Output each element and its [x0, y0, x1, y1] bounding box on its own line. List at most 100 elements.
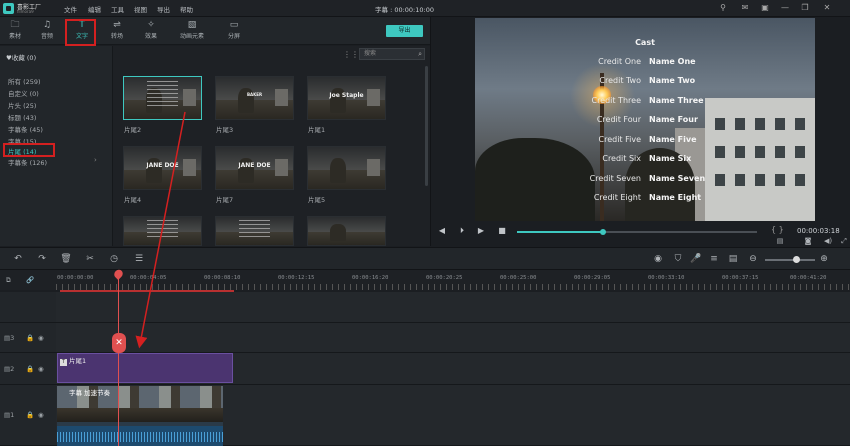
render-icon[interactable]: ◉ — [652, 253, 664, 265]
credit-name: Name Six — [649, 154, 692, 163]
video-clip[interactable]: 字幕 加速节奏 — [57, 386, 223, 446]
text-clip[interactable]: T 片尾1 — [57, 353, 233, 383]
chevron-right-icon[interactable]: › — [94, 156, 97, 164]
playback-scrubber[interactable] — [600, 229, 607, 235]
menu-file[interactable]: 文件 — [64, 4, 77, 14]
ruler-label: 00:00:04:05 — [130, 275, 167, 281]
title-bar: 喜影工厂 filmora9 文件 编辑 工具 视图 导出 帮助 字幕 : 00:… — [0, 0, 850, 17]
tab-audio[interactable]: ♫ 音频 — [32, 19, 62, 43]
thumbnail-partial[interactable] — [123, 216, 202, 246]
grid-view-icon[interactable]: ⋮⋮ — [343, 50, 359, 59]
split-marker-icon[interactable]: ✕ — [112, 333, 126, 353]
thumbnail-partial[interactable] — [215, 216, 294, 246]
play-icon[interactable]: ▶ — [476, 226, 486, 236]
category-custom[interactable]: 自定义 (0) — [8, 88, 39, 98]
annotation-box-end-credits — [3, 143, 55, 157]
ruler-label: 00:00:00:00 — [57, 275, 94, 281]
credit-name: Name Seven — [649, 174, 706, 183]
menu-help[interactable]: 帮助 — [180, 4, 193, 14]
audio-mixer-icon[interactable]: ≡ — [708, 253, 720, 265]
thumbnail-end-credits-3[interactable]: BAKER — [215, 76, 294, 120]
snapshot-icon[interactable]: ◙ — [803, 237, 813, 246]
credit-role: Credit Five — [598, 135, 642, 144]
gift-icon[interactable]: ✉ — [740, 3, 750, 13]
track-header-1: ▤1 🔒 ◉ — [0, 385, 56, 446]
playback-progress[interactable] — [517, 229, 757, 235]
lock-icon[interactable]: 🔒 — [26, 365, 34, 373]
track-lane-3[interactable] — [56, 323, 850, 353]
track-header-empty — [0, 292, 56, 323]
track-lane-empty[interactable] — [56, 292, 850, 323]
category-lower-thirds[interactable]: 字幕条 (45) — [8, 124, 43, 134]
ruler-label: 00:00:16:20 — [352, 275, 389, 281]
volume-icon[interactable]: ◀) — [823, 237, 833, 246]
timecode: 00:00:03:18 — [797, 227, 840, 235]
menu-edit[interactable]: 编辑 — [88, 4, 101, 14]
fullscreen-icon[interactable]: ⤢ — [839, 237, 849, 246]
thumbnail-end-credits-4[interactable]: JANE DOE — [123, 146, 202, 190]
link-icon[interactable]: 🔗 — [26, 276, 34, 284]
minimize-icon[interactable]: — — [780, 3, 790, 13]
menu-view[interactable]: 视图 — [134, 4, 147, 14]
eye-icon[interactable]: ◉ — [38, 334, 44, 342]
tab-split-screen[interactable]: ▭ 分屏 — [219, 19, 249, 43]
lock-icon[interactable]: 🔒 — [26, 411, 34, 419]
zoom-in-icon[interactable]: ⊕ — [818, 253, 830, 265]
marker-icon[interactable]: ⛉ — [672, 253, 684, 265]
grid-scrollbar[interactable] — [425, 66, 428, 186]
close-icon[interactable]: ✕ — [822, 3, 832, 13]
thumbnail-end-credits-7[interactable]: JANE DOE — [215, 146, 294, 190]
thumbnail-caption: JANE DOE — [238, 162, 271, 169]
playhead-line[interactable] — [118, 272, 119, 446]
voiceover-icon[interactable]: 🎤 — [690, 253, 702, 265]
maximize-icon[interactable]: ❐ — [800, 3, 810, 13]
adjust-icon[interactable]: ☰ — [133, 253, 145, 265]
export-button[interactable]: 导出 — [386, 25, 423, 37]
add-track-icon[interactable]: ⧉ — [6, 276, 11, 285]
speed-icon[interactable]: ◷ — [108, 253, 120, 265]
thumbnail-partial[interactable] — [307, 216, 386, 246]
account-icon[interactable]: ⚲ — [718, 3, 728, 13]
ruler-label: 00:00:20:25 — [426, 275, 463, 281]
thumbnail-end-credits-1[interactable]: Joe Staple — [307, 76, 386, 120]
tab-split-screen-label: 分屏 — [227, 33, 240, 40]
eye-icon[interactable]: ◉ — [38, 411, 44, 419]
text-clip-icon: T — [60, 359, 67, 366]
tab-media[interactable]: 🗀 素材 — [0, 19, 30, 43]
undo-icon[interactable]: ↶ — [12, 253, 24, 265]
stop-icon[interactable]: ■ — [497, 226, 507, 236]
timeline-ruler[interactable]: ⧉ 🔗 00:00:00:00 00:00:04:05 00:00:08:10 … — [0, 270, 850, 290]
app-logo: 喜影工厂 filmora9 — [3, 1, 49, 16]
cut-icon[interactable]: ✂ — [84, 253, 96, 265]
tab-elements[interactable]: ▧ 动画元素 — [173, 19, 211, 43]
transition-icon: ⇌ — [113, 20, 121, 30]
thumbnail-end-credits-5[interactable] — [307, 146, 386, 190]
in-out-markers-icon[interactable]: { } — [771, 225, 784, 234]
search-icon[interactable]: ⌕ — [418, 49, 422, 59]
category-all[interactable]: 所有 (259) — [8, 76, 41, 86]
tab-effects[interactable]: ✧ 效果 — [136, 19, 166, 43]
category-more[interactable]: 字幕条 (126) — [8, 157, 47, 167]
thumbnail-end-credits-2[interactable] — [123, 76, 202, 120]
zoom-slider-knob[interactable] — [793, 256, 800, 263]
tab-transitions[interactable]: ⇌ 转场 — [102, 19, 132, 43]
credit-name: Name Four — [649, 115, 698, 124]
menu-tools[interactable]: 工具 — [111, 4, 124, 14]
delete-icon[interactable]: 🗑 — [60, 253, 72, 265]
zoom-out-icon[interactable]: ⊖ — [747, 253, 759, 265]
menu-export[interactable]: 导出 — [157, 4, 170, 14]
category-titles[interactable]: 标题 (43) — [8, 112, 36, 122]
screen-size-icon[interactable]: ▤ — [775, 237, 785, 246]
snapshot-track-icon[interactable]: ▤ — [727, 253, 739, 265]
notification-icon[interactable]: ▣ — [760, 3, 770, 13]
search-input[interactable]: 搜索 ⌕ — [359, 48, 425, 60]
zoom-slider[interactable] — [765, 256, 815, 263]
favorites-item[interactable]: ♥收藏 (0) — [6, 52, 36, 62]
eye-icon[interactable]: ◉ — [38, 365, 44, 373]
step-back-icon[interactable]: ⏵ — [457, 226, 467, 236]
redo-icon[interactable]: ↷ — [36, 253, 48, 265]
category-opener[interactable]: 片头 (25) — [8, 100, 36, 110]
track-header-3: ▤3 🔒 ◉ — [0, 323, 56, 353]
lock-icon[interactable]: 🔒 — [26, 334, 34, 342]
skip-back-icon[interactable]: ◀ — [437, 226, 447, 236]
